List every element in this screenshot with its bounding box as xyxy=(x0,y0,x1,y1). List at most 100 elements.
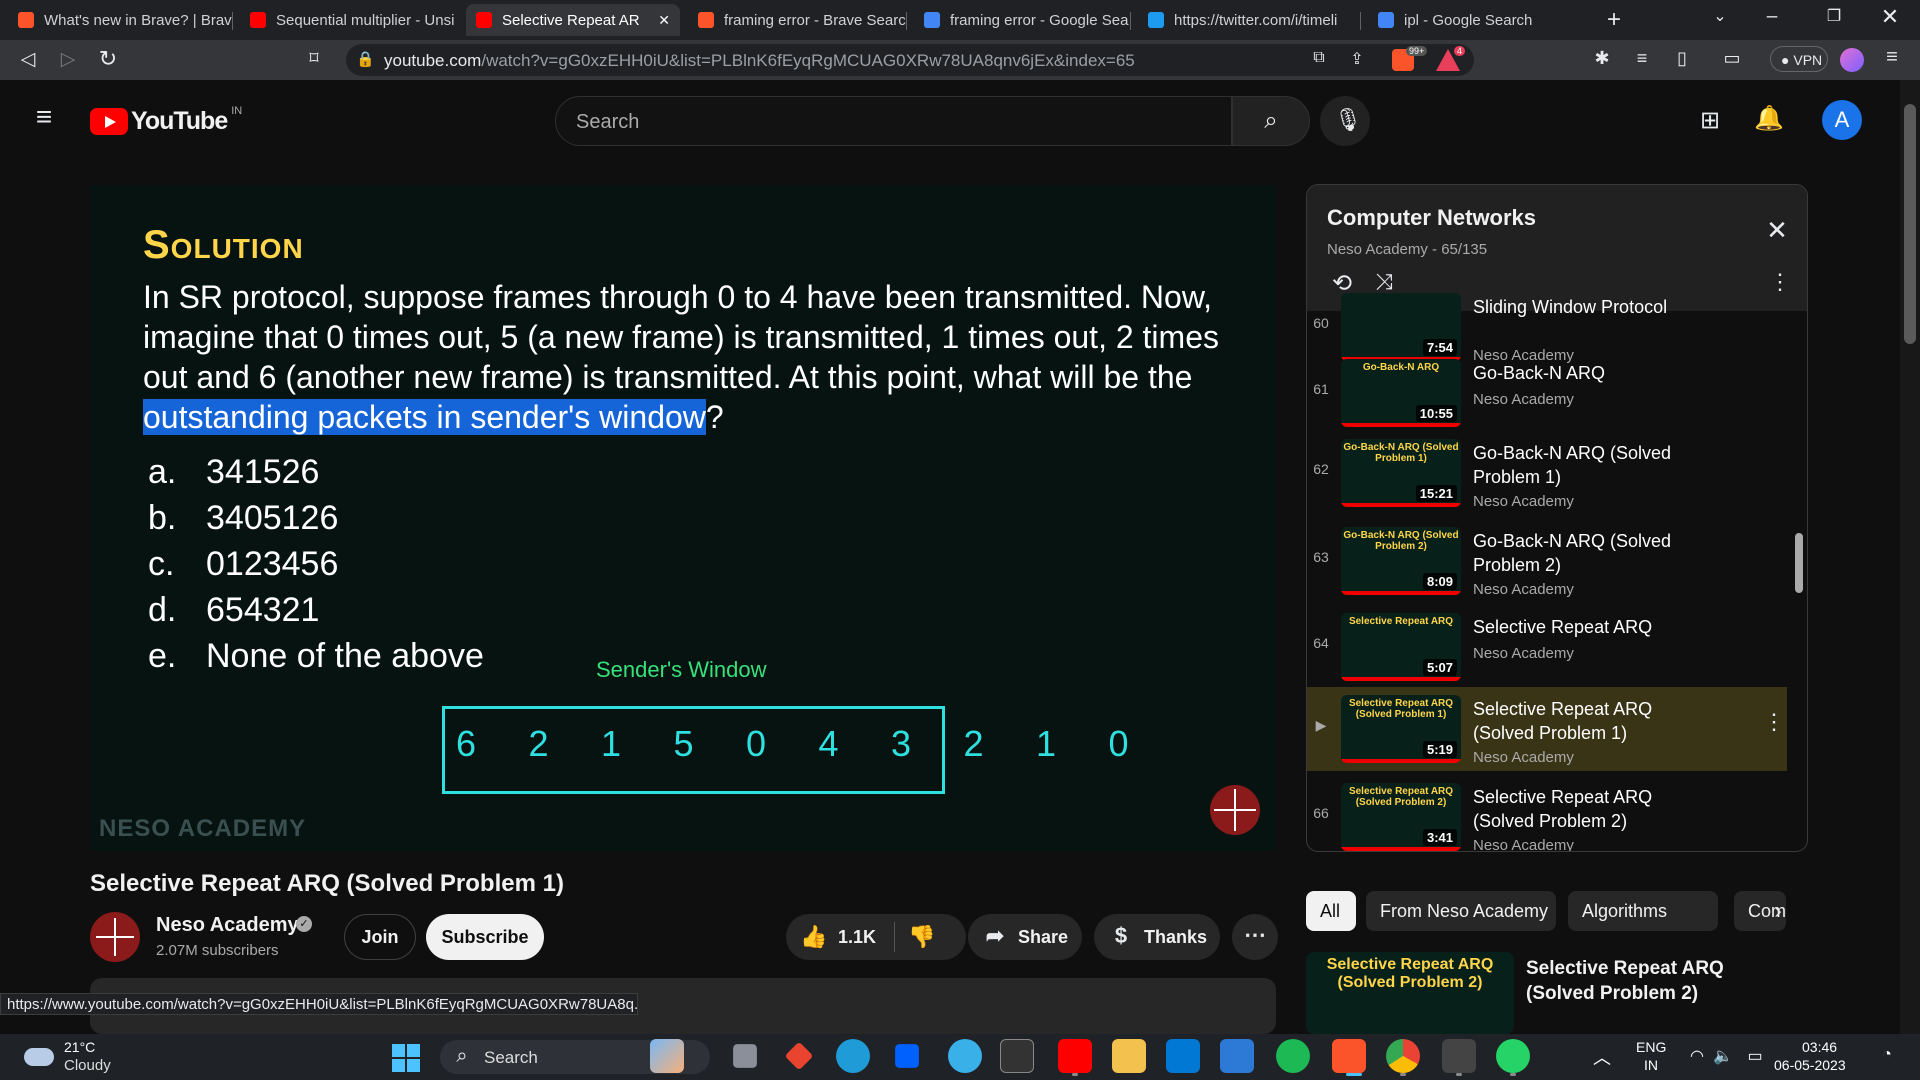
media-queue-icon[interactable]: ≡ xyxy=(1628,48,1656,69)
browser-tab[interactable]: framing error - Brave Searc xyxy=(688,4,906,36)
open-in-app-icon[interactable]: ⧉ xyxy=(1308,49,1330,67)
language-ind[interactable]: ENG xyxy=(1636,1039,1666,1055)
playlist-scrollbar-thumb[interactable] xyxy=(1795,533,1803,593)
create-video-icon[interactable]: ⊞ xyxy=(1694,106,1726,135)
browser-tab[interactable]: What's new in Brave? | Brav xyxy=(8,4,232,36)
start-button[interactable] xyxy=(392,1044,420,1072)
browser-tab[interactable]: Sequential multiplier - Unsi xyxy=(240,4,458,36)
dropbox-icon[interactable] xyxy=(895,1044,919,1068)
page-scrollbar[interactable] xyxy=(1900,80,1920,1034)
playlist-item-title[interactable]: Selective Repeat ARQ (Solved Problem 2) xyxy=(1473,785,1703,833)
clock-time[interactable]: 03:46 xyxy=(1802,1039,1837,1055)
language-region[interactable]: IN xyxy=(1644,1057,1658,1073)
recommended-title[interactable]: Selective Repeat ARQ (Solved Problem 2) xyxy=(1526,956,1786,1006)
filter-chip[interactable]: All xyxy=(1306,891,1356,931)
sidebar-toggle-icon[interactable]: ▯ xyxy=(1668,48,1696,69)
task-view-icon[interactable] xyxy=(733,1044,757,1068)
wifi-icon[interactable]: ◠ xyxy=(1686,1046,1708,1066)
edge-icon[interactable] xyxy=(836,1039,870,1073)
subscribe-button[interactable]: Subscribe xyxy=(426,914,544,960)
bookmark-icon[interactable]: ⌑ xyxy=(300,48,328,69)
taskbar-widgets-icon[interactable] xyxy=(650,1039,684,1073)
youtube-logo[interactable]: YouTube IN xyxy=(90,105,242,136)
recommended-thumbnail[interactable]: Selective Repeat ARQ (Solved Problem 2) xyxy=(1306,952,1514,1034)
playlist-item-thumbnail[interactable]: Go-Back-N ARQ (Solved Problem 2) 8:09 xyxy=(1341,527,1461,595)
browser-tab[interactable]: framing error - Google Sea xyxy=(914,4,1130,36)
show-hidden-icons-chevron[interactable]: ︿ xyxy=(1590,1044,1614,1070)
scrollbar-thumb[interactable] xyxy=(1904,104,1916,344)
file-explorer-icon[interactable] xyxy=(1112,1039,1146,1073)
back-icon[interactable]: ◁ xyxy=(14,48,42,71)
hamburger-menu-icon[interactable]: ≡ xyxy=(30,103,58,131)
weather-icon[interactable] xyxy=(24,1048,54,1066)
youtube-app-icon[interactable] xyxy=(1058,1039,1092,1073)
vpn-button[interactable]: ● VPN xyxy=(1770,46,1828,72)
playlist-item-title[interactable]: Sliding Window Protocol xyxy=(1473,295,1703,319)
voice-search-button[interactable]: 🎙 xyxy=(1320,96,1370,146)
extensions-icon[interactable]: ✱ xyxy=(1588,48,1616,69)
chrome-icon[interactable] xyxy=(1386,1039,1420,1073)
like-count[interactable]: 1.1K xyxy=(838,927,876,948)
share-button[interactable]: ➦ Share xyxy=(968,914,1082,960)
video-player[interactable]: Solution In SR protocol, suppose frames … xyxy=(90,185,1276,851)
minimize-icon[interactable]: – xyxy=(1758,6,1786,28)
browser-tab[interactable]: https://twitter.com/i/timeli xyxy=(1138,4,1360,36)
playlist-item-title[interactable]: Go-Back-N ARQ (Solved Problem 1) xyxy=(1473,441,1703,489)
channel-name[interactable]: Neso Academy xyxy=(156,914,299,937)
search-button[interactable]: ⌕ xyxy=(1232,96,1310,146)
item-more-icon[interactable]: ⋮ xyxy=(1763,709,1785,735)
address-bar[interactable]: 🔒 youtube.com/watch?v=gG0xzEHH0iU&list=P… xyxy=(346,44,1474,76)
playlist-item-thumbnail[interactable]: Go-Back-N ARQ (Solved Problem 1) 15:21 xyxy=(1341,439,1461,507)
close-window-icon[interactable]: ✕ xyxy=(1876,4,1904,30)
playlist-item[interactable]: 62 Go-Back-N ARQ (Solved Problem 1) 15:21 G… xyxy=(1307,431,1787,515)
close-tab-icon[interactable]: ✕ xyxy=(658,12,670,29)
volume-icon[interactable]: 🔈 xyxy=(1712,1046,1734,1066)
reload-icon[interactable]: ↻ xyxy=(94,46,122,72)
menu-icon[interactable]: ≡ xyxy=(1880,46,1904,69)
profile-icon[interactable] xyxy=(1840,48,1864,72)
share-url-icon[interactable]: ⇪ xyxy=(1346,49,1368,69)
vim-icon[interactable] xyxy=(1442,1039,1476,1073)
notifications-bell-icon[interactable]: 🔔 xyxy=(1754,104,1784,133)
playlist-item[interactable]: 63 Go-Back-N ARQ (Solved Problem 2) 8:09 Go… xyxy=(1307,519,1787,603)
whatsapp-icon[interactable] xyxy=(1496,1039,1530,1073)
brave-taskbar-icon[interactable] xyxy=(1332,1039,1366,1073)
more-actions-button[interactable]: ⋯ xyxy=(1232,914,1278,960)
thanks-button[interactable]: $ Thanks xyxy=(1094,914,1220,960)
playlist-item[interactable]: 66 Selective Repeat ARQ (Solved Problem 2… xyxy=(1307,775,1787,851)
restore-icon[interactable]: ❐ xyxy=(1820,6,1848,26)
search-input[interactable]: Search xyxy=(555,96,1232,146)
browser-tab[interactable]: ipl - Google Search xyxy=(1368,4,1584,36)
dislike-icon[interactable]: 👎 xyxy=(908,924,936,950)
wallet-icon[interactable]: ▭ xyxy=(1718,48,1746,69)
playlist-title[interactable]: Computer Networks xyxy=(1327,205,1536,231)
forward-icon[interactable]: ▷ xyxy=(54,48,82,71)
mail-icon[interactable] xyxy=(1220,1039,1254,1073)
filter-chip[interactable]: From Neso Academy xyxy=(1366,891,1556,931)
app-teal-icon[interactable] xyxy=(948,1039,982,1073)
close-playlist-icon[interactable]: ✕ xyxy=(1763,215,1791,246)
playlist-item-title[interactable]: Selective Repeat ARQ (Solved Problem 1) xyxy=(1473,697,1703,745)
playlist-item-title[interactable]: Go-Back-N ARQ xyxy=(1473,361,1703,385)
like-icon[interactable]: 👍 xyxy=(800,924,828,950)
mysql-icon[interactable] xyxy=(1000,1039,1034,1073)
clock-date[interactable]: 06-05-2023 xyxy=(1774,1057,1846,1073)
playlist-item-thumbnail[interactable]: Go-Back-N ARQ 10:55 xyxy=(1341,359,1461,427)
app-blue-icon[interactable] xyxy=(1166,1039,1200,1073)
playlist-item-title[interactable]: Go-Back-N ARQ (Solved Problem 2) xyxy=(1473,529,1703,577)
account-avatar[interactable]: A xyxy=(1822,100,1862,140)
playlist-item[interactable]: ▶ Selective Repeat ARQ (Solved Problem 1)… xyxy=(1307,687,1787,771)
playlist-item[interactable]: 64 Selective Repeat ARQ 5:07 Selective Repe… xyxy=(1307,605,1787,689)
tab-search-chevron-icon[interactable]: ⌄ xyxy=(1706,6,1734,26)
spotify-icon[interactable] xyxy=(1276,1039,1310,1073)
new-tab-icon[interactable]: + xyxy=(1600,6,1628,34)
playlist-item[interactable]: 61 Go-Back-N ARQ 10:55 Go-Back-N ARQ Neso Ac… xyxy=(1307,351,1787,435)
filter-chip[interactable]: Algorithms xyxy=(1568,891,1718,931)
playlist-item-title[interactable]: Selective Repeat ARQ xyxy=(1473,615,1703,639)
channel-avatar[interactable] xyxy=(90,912,140,962)
battery-icon[interactable]: ▭ xyxy=(1744,1046,1766,1066)
chips-next-icon[interactable]: › xyxy=(1766,898,1790,924)
join-button[interactable]: Join xyxy=(344,914,416,960)
notification-center-icon[interactable]: ◔ xyxy=(1876,1046,1898,1064)
browser-tab[interactable]: Selective Repeat AR ✕ xyxy=(466,4,680,36)
